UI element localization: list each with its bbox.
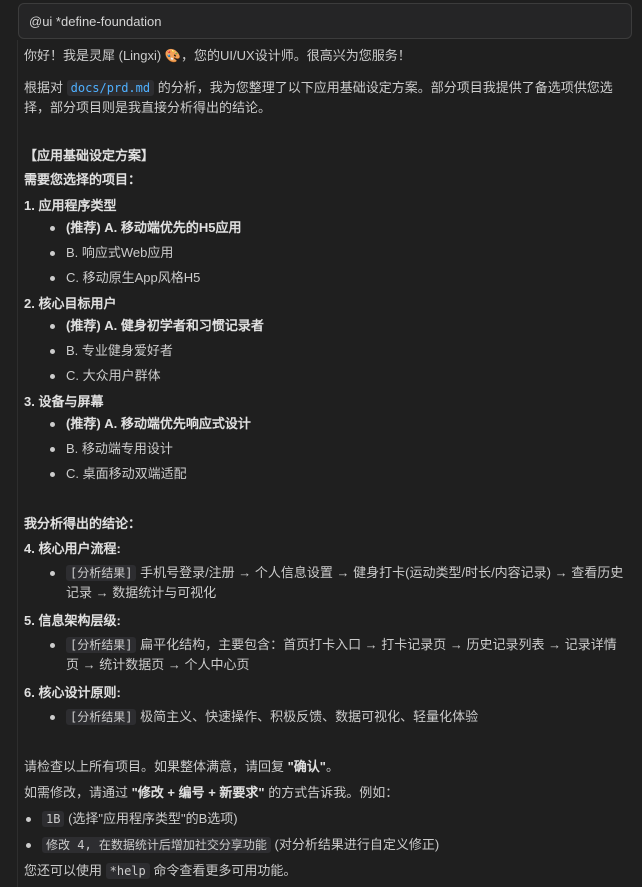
example-code: 修改 4, 在数据统计后增加社交分享功能 (42, 837, 271, 853)
options-list: (推荐) A. 移动端优先的H5应用 B. 响应式Web应用 C. 移动原生Ap… (24, 218, 624, 288)
conclusion-list: [分析结果] 手机号登录/注册 → 个人信息设置 → 健身打卡(运动类型/时长/… (24, 563, 624, 603)
example-text: (选择"应用程序类型"的B选项) (64, 811, 238, 826)
modify-text: 如需修改，请通过 "修改 + 编号 + 新要求" 的方式告诉我。例如： (24, 783, 624, 803)
choose-heading: 需要您选择的项目： (24, 172, 142, 187)
conclusion-item: [分析结果] 手机号登录/注册 → 个人信息设置 → 健身打卡(运动类型/时长/… (24, 563, 624, 603)
conclusion-list: [分析结果] 极简主义、快速操作、积极反馈、数据可视化、轻量化体验 (24, 707, 624, 727)
conclusion-list: [分析结果] 扁平化结构，主要包含：首页打卡入口 → 打卡记录页 → 历史记录列… (24, 635, 624, 675)
help-after: 命令查看更多可用功能。 (149, 863, 297, 878)
conclusion-text: 极简主义、快速操作、积极反馈、数据可视化、轻量化体验 (136, 709, 479, 724)
modify-before: 如需修改，请通过 (24, 785, 132, 800)
confirm-keyword: "确认" (287, 759, 326, 774)
conclusion-title: 4. 核心用户流程: (24, 541, 121, 556)
assistant-message: 你好！我是灵犀 (Lingxi) 🎨，您的UI/UX设计师。很高兴为您服务！ 根… (24, 46, 624, 881)
chat-input[interactable]: @ui *define-foundation (18, 3, 632, 39)
analysis-tag: [分析结果] (66, 637, 137, 653)
help-before: 您还可以使用 (24, 863, 106, 878)
analysis-tag: [分析结果] (66, 565, 137, 581)
example-item: 修改 4, 在数据统计后增加社交分享功能 (对分析结果进行自定义修正) (24, 835, 624, 855)
modify-after: 的方式告诉我。例如： (264, 785, 399, 800)
examples-list: 1B (选择"应用程序类型"的B选项) 修改 4, 在数据统计后增加社交分享功能… (24, 809, 624, 855)
options-list: (推荐) A. 健身初学者和习惯记录者 B. 专业健身爱好者 C. 大众用户群体 (24, 316, 624, 386)
section-title: 2. 核心目标用户 (24, 296, 117, 311)
option-item: (推荐) A. 移动端优先的H5应用 (24, 218, 624, 238)
analysis-tag: [分析结果] (66, 709, 137, 725)
section-title: 1. 应用程序类型 (24, 198, 117, 213)
confirm-text: 请检查以上所有项目。如果整体满意，请回复 "确认"。 (24, 757, 624, 777)
option-item: C. 桌面移动双端适配 (24, 464, 624, 484)
conclusion-text: 手机号登录/注册 → 个人信息设置 → 健身打卡(运动类型/时长/内容记录) →… (66, 565, 624, 600)
help-command: *help (105, 863, 150, 879)
intro-text: 根据对 docs/prd.md 的分析，我为您整理了以下应用基础设定方案。部分项… (24, 78, 624, 118)
section-title: 3. 设备与屏幕 (24, 394, 104, 409)
confirm-before: 请检查以上所有项目。如果整体满意，请回复 (24, 759, 288, 774)
conclusion-heading: 我分析得出的结论： (24, 516, 142, 531)
option-item: (推荐) A. 移动端优先响应式设计 (24, 414, 624, 434)
example-text: (对分析结果进行自定义修正) (270, 837, 440, 852)
option-item: C. 移动原生App风格H5 (24, 268, 624, 288)
example-item: 1B (选择"应用程序类型"的B选项) (24, 809, 624, 829)
option-item: B. 专业健身爱好者 (24, 341, 624, 361)
confirm-after: 。 (325, 759, 339, 774)
message-divider (17, 40, 18, 887)
conclusion-item: [分析结果] 扁平化结构，主要包含：首页打卡入口 → 打卡记录页 → 历史记录列… (24, 635, 624, 675)
help-text: 您还可以使用 *help 命令查看更多可用功能。 (24, 861, 624, 881)
options-list: (推荐) A. 移动端优先响应式设计 B. 移动端专用设计 C. 桌面移动双端适… (24, 414, 624, 484)
greeting-text: 你好！我是灵犀 (Lingxi) 🎨，您的UI/UX设计师。很高兴为您服务！ (24, 48, 411, 63)
conclusion-title: 6. 核心设计原则: (24, 685, 121, 700)
option-item: B. 响应式Web应用 (24, 243, 624, 263)
conclusion-text: 扁平化结构，主要包含：首页打卡入口 → 打卡记录页 → 历史记录列表 → 记录详… (66, 637, 617, 672)
conclusion-title: 5. 信息架构层级: (24, 613, 121, 628)
option-item: C. 大众用户群体 (24, 366, 624, 386)
prd-file-link[interactable]: docs/prd.md (66, 80, 155, 96)
option-item: B. 移动端专用设计 (24, 439, 624, 459)
option-item: (推荐) A. 健身初学者和习惯记录者 (24, 316, 624, 336)
example-code: 1B (42, 811, 65, 827)
plan-title: 【应用基础设定方案】 (24, 148, 155, 163)
intro-before: 根据对 (24, 80, 67, 95)
modify-format: "修改 + 编号 + 新要求" (131, 785, 265, 800)
conclusion-item: [分析结果] 极简主义、快速操作、积极反馈、数据可视化、轻量化体验 (24, 707, 624, 727)
